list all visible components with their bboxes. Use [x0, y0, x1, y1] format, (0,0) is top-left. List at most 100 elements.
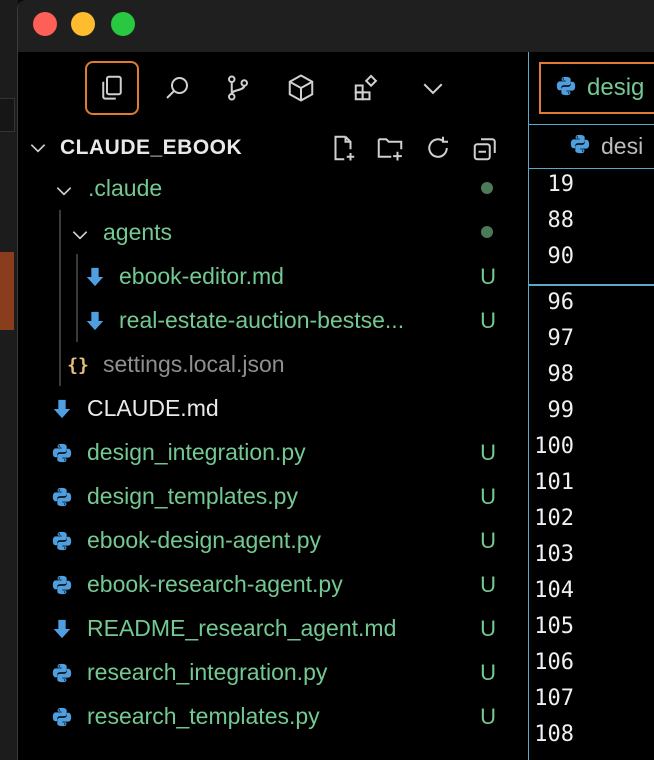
maximize-window-button[interactable] [111, 12, 135, 36]
new-folder-icon [377, 138, 403, 161]
file-label: design_templates.py [87, 483, 298, 509]
background-window-edge [0, 98, 15, 132]
file-label: ebook-editor.md [119, 263, 284, 289]
folder-label: .claude [88, 175, 163, 201]
extensions-icon [354, 74, 378, 101]
title-bar [18, 0, 654, 53]
untracked-badge: U [480, 440, 496, 465]
folder-label: agents [103, 219, 173, 245]
refresh-icon [428, 136, 448, 158]
line-number: 96 [547, 290, 575, 315]
line-number: 102 [534, 506, 574, 531]
untracked-badge: U [480, 572, 496, 597]
markdown-icon [49, 616, 75, 642]
markdown-icon [49, 396, 75, 422]
chevron-down-icon [72, 231, 88, 240]
line-number: 103 [534, 542, 574, 567]
python-icon [49, 484, 75, 510]
file-ebook-editor-md[interactable]: ebook-editor.md U [18, 255, 528, 299]
untracked-badge: U [480, 264, 496, 289]
file-label: README_research_agent.md [87, 615, 397, 641]
folder-agents[interactable]: agents [18, 211, 528, 255]
close-window-button[interactable] [33, 12, 57, 36]
untracked-badge: U [480, 704, 496, 729]
chevron-down-icon [56, 187, 72, 196]
python-icon [569, 133, 591, 160]
file-label: research_integration.py [87, 659, 328, 685]
extensions-button[interactable] [340, 61, 394, 115]
line-number: 101 [534, 470, 574, 495]
modified-dot [481, 182, 493, 194]
sticky-line-number: 19 [547, 172, 575, 197]
background-window-edge [0, 252, 14, 330]
file-label: settings.local.json [103, 351, 285, 377]
new-file-icon [334, 135, 355, 161]
editor-tab-bar: desig [529, 52, 654, 125]
file-label: design_integration.py [87, 439, 306, 465]
search-view-button[interactable] [150, 61, 204, 115]
file-label: ebook-research-agent.py [87, 571, 343, 597]
untracked-badge: U [480, 528, 496, 553]
sticky-line-number: 90 [547, 244, 575, 269]
file-ebook-design-agent-py[interactable]: ebook-design-agent.py U [18, 519, 528, 563]
search-icon [166, 77, 188, 99]
line-number: 97 [547, 326, 575, 351]
file-label: research_templates.py [87, 703, 320, 729]
python-icon [49, 572, 75, 598]
untracked-badge: U [480, 660, 496, 685]
more-views-button[interactable] [406, 61, 460, 115]
source-control-icon [228, 75, 249, 101]
desktop-background [0, 0, 18, 760]
file-label: real-estate-auction-bestse... [119, 307, 405, 333]
file-real-estate-auction-md[interactable]: real-estate-auction-bestse... U [18, 299, 528, 343]
tab-label: desig [587, 74, 645, 101]
line-number: 105 [534, 614, 574, 639]
line-number: 98 [547, 362, 575, 387]
minimize-window-button[interactable] [71, 12, 95, 36]
vscode-window: CLAUDE_EBOOK .claude agents ebook-editor… [17, 0, 654, 760]
python-icon [49, 704, 75, 730]
new-file-button[interactable] [326, 131, 360, 165]
file-claude-md[interactable]: CLAUDE.md [18, 387, 528, 431]
editor-tab-design-integration[interactable]: desig [539, 62, 654, 114]
line-number: 107 [534, 686, 574, 711]
file-design-integration-py[interactable]: design_integration.py U [18, 431, 528, 475]
line-number: 99 [547, 398, 575, 423]
python-icon [49, 440, 75, 466]
explorer-view-button[interactable] [85, 61, 139, 115]
collapse-all-icon [473, 138, 496, 161]
json-icon: {} [67, 354, 89, 376]
new-folder-button[interactable] [373, 131, 407, 165]
cube-icon [288, 74, 314, 102]
python-icon [49, 660, 75, 686]
line-number: 108 [534, 722, 574, 747]
chevron-down-icon [423, 83, 443, 95]
file-label: ebook-design-agent.py [87, 527, 321, 553]
python-icon [555, 75, 577, 102]
sticky-line-number: 88 [547, 208, 575, 233]
sticky-scroll-divider [529, 284, 654, 286]
file-research-integration-py[interactable]: research_integration.py U [18, 651, 528, 695]
breadcrumb[interactable]: desi [529, 124, 654, 169]
file-research-templates-py[interactable]: research_templates.py U [18, 695, 528, 739]
refresh-explorer-button[interactable] [421, 131, 455, 165]
file-settings-local-json[interactable]: {} settings.local.json [18, 343, 528, 387]
collapse-all-button[interactable] [469, 131, 503, 165]
line-number: 100 [534, 434, 574, 459]
folder-claude[interactable]: .claude [18, 167, 528, 211]
project-title: CLAUDE_EBOOK [60, 136, 243, 159]
run-debug-button[interactable] [274, 61, 328, 115]
modified-dot [481, 226, 493, 238]
file-design-templates-py[interactable]: design_templates.py U [18, 475, 528, 519]
line-number: 104 [534, 578, 574, 603]
source-control-button[interactable] [211, 61, 265, 115]
python-icon [49, 528, 75, 554]
activity-bar [18, 52, 528, 126]
line-number: 106 [534, 650, 574, 675]
files-icon [102, 75, 122, 100]
breadcrumb-file: desi [601, 132, 644, 159]
untracked-badge: U [480, 484, 496, 509]
file-ebook-research-agent-py[interactable]: ebook-research-agent.py U [18, 563, 528, 607]
file-readme-research-agent-md[interactable]: README_research_agent.md U [18, 607, 528, 651]
explorer-header[interactable]: CLAUDE_EBOOK [18, 126, 528, 170]
